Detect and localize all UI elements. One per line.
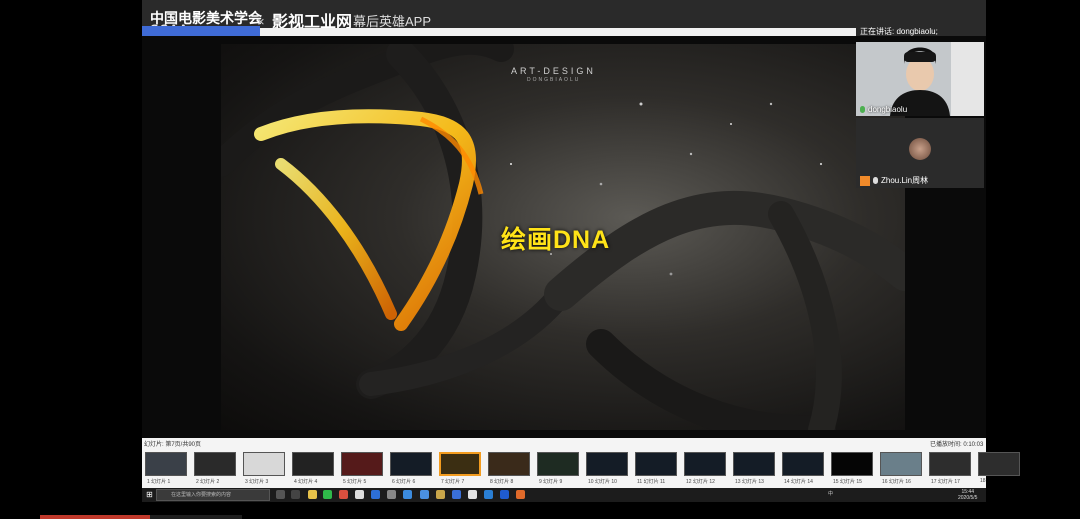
slide-thumbnail[interactable] — [439, 452, 481, 476]
app-icon-red[interactable] — [339, 490, 348, 499]
banner-accent-strip — [142, 26, 260, 36]
slide-thumbnail[interactable] — [831, 452, 873, 476]
slide-thumbnail-caption: 3 幻灯片 3 — [245, 479, 269, 485]
speaking-indicator: 正在讲话: dongbiaolu; — [860, 27, 938, 36]
app-icon-blue2[interactable] — [484, 490, 493, 499]
slide-thumbnail[interactable] — [390, 452, 432, 476]
slide-thumbnail[interactable] — [586, 452, 628, 476]
slide-thumbnail-caption: 18 — [980, 478, 986, 484]
slide-thumbnail[interactable] — [341, 452, 383, 476]
slide-thumbnail-caption: 8 幻灯片 8 — [490, 479, 514, 485]
microphone-icon — [860, 106, 865, 114]
taskbar-search-input[interactable]: 在这里输入你要搜索的内容 — [156, 489, 270, 501]
slide-thumbnail[interactable] — [782, 452, 824, 476]
slide-thumbnail-caption: 11 幻灯片 11 — [637, 479, 666, 485]
slide-thumbnail-caption: 13 幻灯片 13 — [735, 479, 764, 485]
wechat-icon[interactable] — [323, 490, 332, 499]
slide-thumbnail[interactable] — [684, 452, 726, 476]
input-method-indicator[interactable]: 中 — [828, 490, 833, 497]
document-icon[interactable] — [355, 490, 364, 499]
bottom-progress-bar — [40, 515, 150, 519]
slide-thumbnail[interactable] — [194, 452, 236, 476]
clock-date: 2020/5/5 — [958, 495, 978, 501]
taskbar-clock[interactable]: 15:44 2020/5/5 — [958, 489, 977, 501]
slide-thumbnail-caption: 15 幻灯片 15 — [833, 479, 862, 485]
app-icon-gold[interactable] — [436, 490, 445, 499]
windows-start-icon[interactable]: ⊞ — [146, 491, 154, 499]
slide-thumbnail[interactable] — [733, 452, 775, 476]
participant-video-dongbiaolu[interactable]: dongbiaolu — [856, 42, 984, 116]
slide-thumbnail-caption: 10 幻灯片 10 — [588, 479, 617, 485]
file-explorer-icon[interactable] — [308, 490, 317, 499]
slide-thumbnail-caption: 17 幻灯片 17 — [931, 479, 960, 485]
slide-thumbnail-caption: 12 幻灯片 12 — [686, 479, 715, 485]
app-icon-blue[interactable] — [403, 490, 412, 499]
slide-thumbnail-caption: 4 幻灯片 4 — [294, 479, 318, 485]
slide-thumbnail-caption: 2 幻灯片 2 — [196, 479, 220, 485]
slide-page-info: 幻灯片: 第7页/共90页 — [144, 442, 202, 448]
slide-header-subtext: DONGBIAOLU — [527, 77, 581, 83]
slide-thumbnail-caption: 5 幻灯片 5 — [343, 479, 367, 485]
slide-thumbnail[interactable] — [635, 452, 677, 476]
photoshop-icon[interactable] — [371, 490, 380, 499]
search-app-icon[interactable] — [387, 490, 396, 499]
powerpoint-icon[interactable] — [516, 490, 525, 499]
slide-thumbnail-caption: 16 幻灯片 16 — [882, 479, 911, 485]
slide-thumbnail[interactable] — [929, 452, 971, 476]
slide-thumbnail[interactable] — [145, 452, 187, 476]
slide-header-text: ART-DESIGN — [511, 66, 596, 76]
avatar — [909, 138, 931, 160]
slide-thumbnail[interactable] — [243, 452, 285, 476]
participant-label: dongbiaolu — [860, 105, 907, 114]
slide-thumbnail-caption: 9 幻灯片 9 — [539, 479, 563, 485]
participant-name: Zhou.Lin周林 — [881, 176, 929, 185]
browser-icon[interactable] — [420, 490, 429, 499]
participant-label: Zhou.Lin周林 — [860, 175, 928, 186]
slide-thumbnail[interactable] — [488, 452, 530, 476]
slide-thumbnail-caption: 14 幻灯片 14 — [784, 479, 813, 485]
chrome-icon[interactable] — [468, 490, 477, 499]
microphone-icon — [873, 177, 878, 185]
word-icon[interactable] — [452, 490, 461, 499]
cortana-icon[interactable] — [291, 490, 300, 499]
slide-thumbnail[interactable] — [292, 452, 334, 476]
participant-video-zhoulin[interactable]: Zhou.Lin周林 — [856, 118, 984, 188]
app-icon-dark-blue[interactable] — [500, 490, 509, 499]
slide-thumbnail-caption: 1 幻灯片 1 — [147, 479, 171, 485]
participant-name: dongbiaolu — [868, 105, 908, 114]
slide-thumbnail[interactable] — [880, 452, 922, 476]
bottom-overlay-strip — [150, 515, 242, 519]
presentation-slide[interactable]: ART-DESIGN DONGBIAOLU 绘画DNA — [221, 44, 905, 430]
slide-title: 绘画DNA — [501, 226, 611, 254]
banner-divider — [260, 28, 856, 36]
slide-elapsed-time: 已播放时间: 0:10:03 — [930, 442, 984, 448]
slide-thumbnail[interactable] — [537, 452, 579, 476]
slide-thumbnail-caption: 6 幻灯片 6 — [392, 479, 416, 485]
slide-thumbnail[interactable] — [978, 452, 1020, 476]
task-view-icon[interactable] — [276, 490, 285, 499]
slide-thumbnail-caption: 7 幻灯片 7 — [441, 479, 465, 485]
host-badge-icon — [860, 175, 870, 186]
